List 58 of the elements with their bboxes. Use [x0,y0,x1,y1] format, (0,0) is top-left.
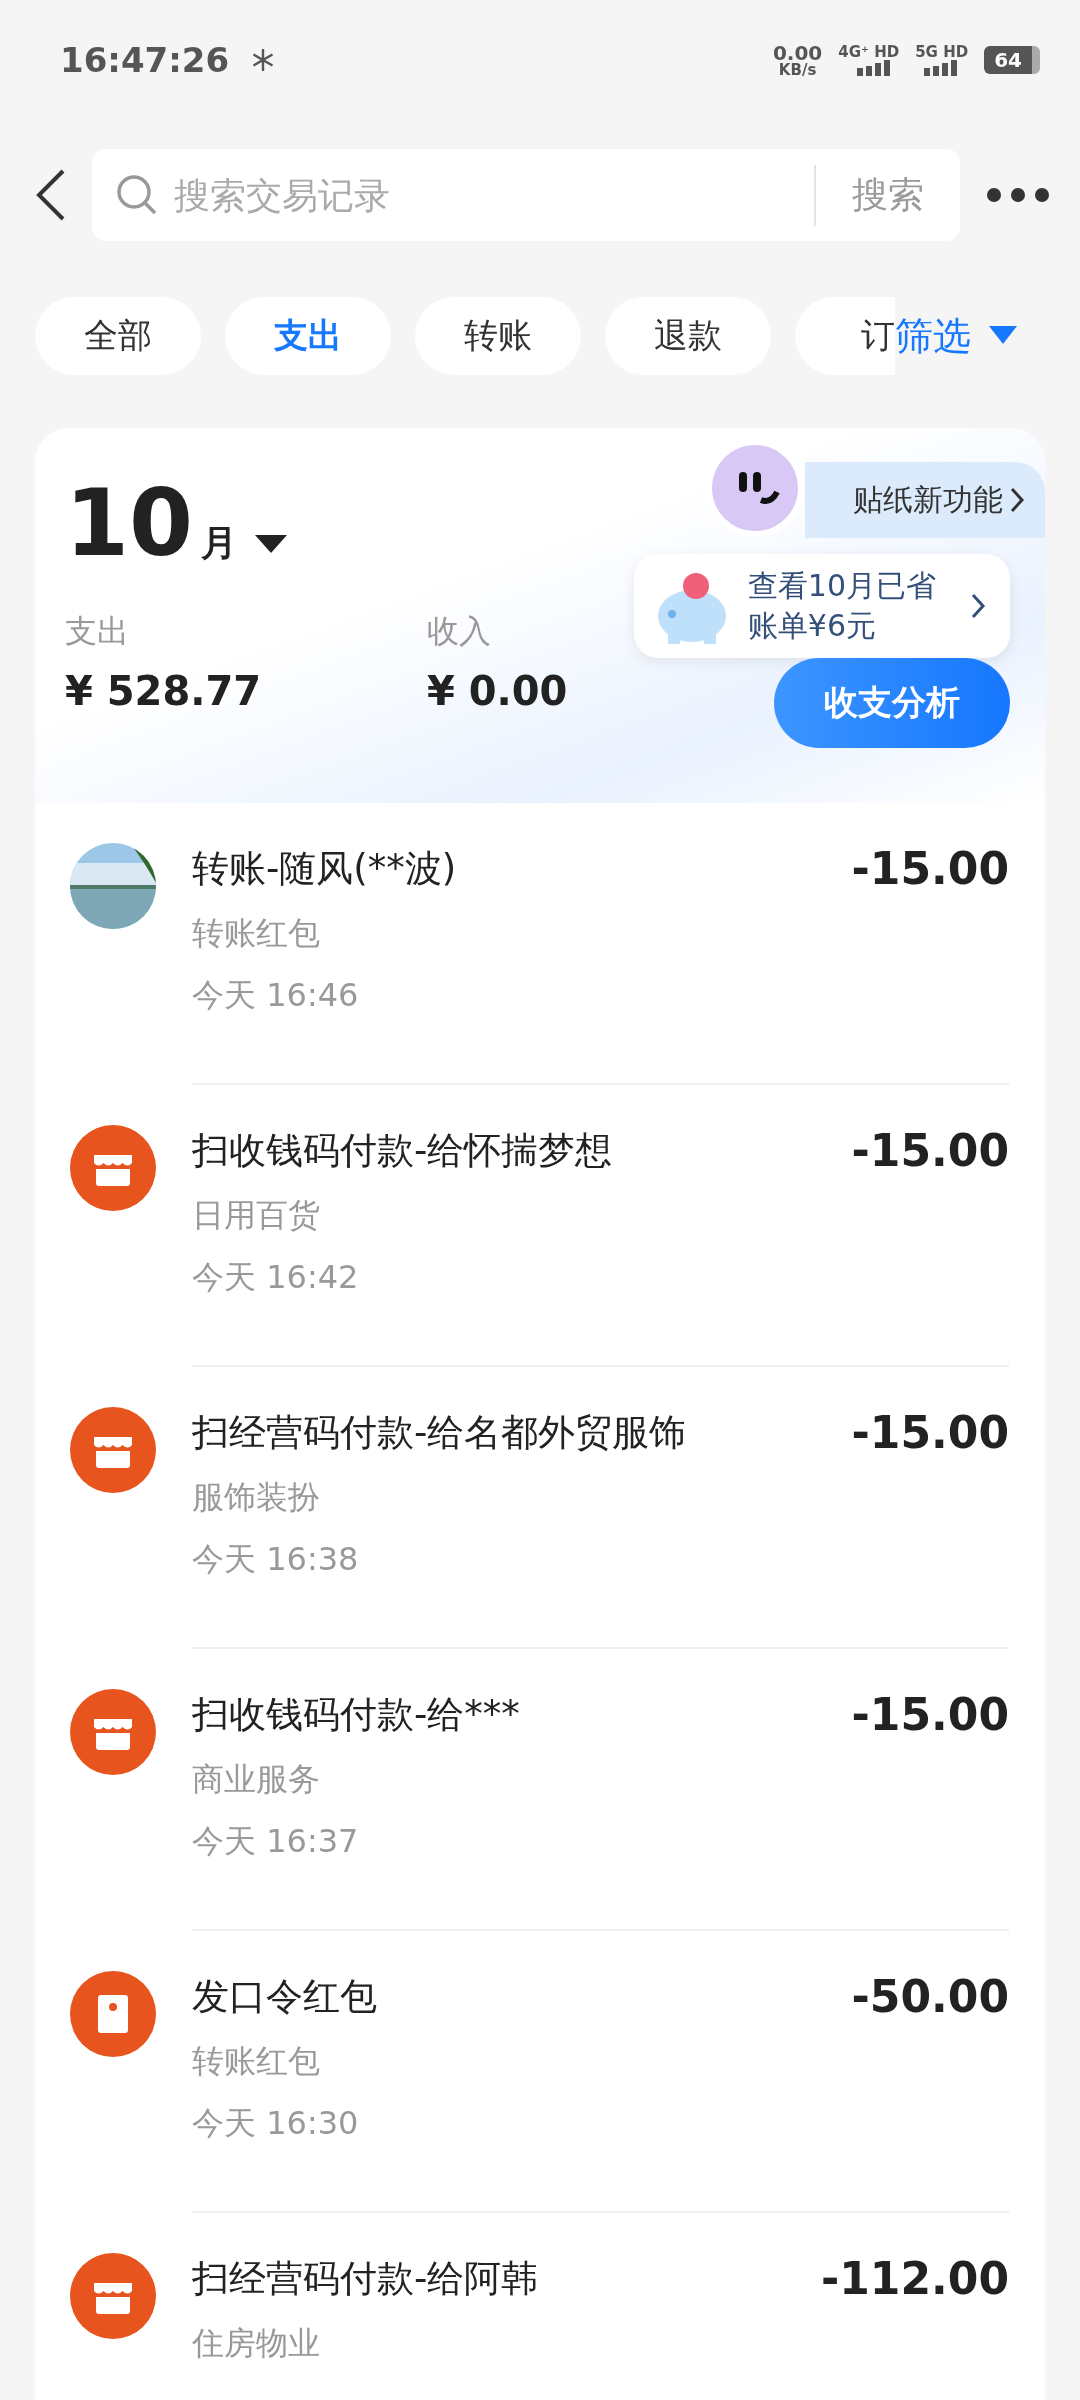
network-type: 4G⁺ HD [838,44,900,60]
envelope-icon [70,1971,156,2057]
chevron-icon [970,592,986,620]
back-icon[interactable] [36,169,66,221]
dropdown-icon[interactable] [255,533,288,555]
income-amount: ¥ 0.00 [427,668,568,714]
shop-icon [70,1125,156,1211]
filter-tab[interactable]: 支出 [225,297,391,375]
expense-label: 支出 [65,611,130,652]
tip-text: 账单¥6元 [747,607,877,645]
transaction-amount: -50.00 [851,1971,1009,2022]
filter-tab[interactable]: 全部 [35,297,201,375]
analysis-button[interactable]: 收支分析 [774,658,1010,748]
transaction-category: 服饰装扮 [192,1477,321,1518]
transaction-title[interactable]: 扫经营码付款-给阿韩 [192,2253,539,2304]
transaction-time: 今天 16:30 [192,2103,360,2144]
filter-tab[interactable]: 订 [795,297,895,375]
transaction-title[interactable]: 转账-随风(**波) [192,843,457,894]
shop-icon [70,1689,156,1775]
month-unit[interactable]: 月 [201,519,238,568]
transaction-title[interactable]: 扫收钱码付款-给*** [192,1689,520,1740]
transaction-time: 今天 16:42 [192,1257,360,1298]
transaction-time: 今天 16:37 [192,1821,360,1862]
shop-icon [70,1407,156,1493]
transaction-time: 今天 16:46 [192,975,360,1016]
transaction-amount: -112.00 [820,2253,1009,2304]
transaction-category: 日用百货 [192,1195,321,1236]
status-time: 16:47:26 [60,40,230,80]
transaction-amount: -15.00 [851,1689,1009,1740]
sticker-banner[interactable]: 贴纸新功能 [805,462,1045,538]
transaction-title[interactable]: 扫收钱码付款-给怀揣梦想 [192,1125,613,1176]
transaction-title[interactable]: 扫经营码付款-给名都外贸服饰 [192,1407,687,1458]
filter-tab[interactable]: 退款 [605,297,771,375]
savings-tip[interactable]: 查看10月已省 账单¥6元 [633,554,1010,658]
tip-text: 查看10月已省 [747,566,936,605]
shop-icon [70,2253,156,2339]
transaction-amount: -15.00 [851,1407,1009,1458]
filter-tab[interactable]: 转账 [415,297,581,375]
transaction-amount: -15.00 [851,1125,1009,1176]
more-icon[interactable] [986,187,1050,203]
network-speed: 0.00 [772,42,823,63]
battery-level: 64 [984,46,1040,74]
transaction-category: 商业服务 [192,1759,321,1800]
expense-amount: ¥ 528.77 [65,668,263,714]
network-type: 5G HD [915,44,969,60]
speed-unit: KB/s [778,62,817,78]
transaction-category: 转账红包 [192,913,321,954]
income-label: 收入 [427,611,492,652]
chevron-icon [1009,486,1025,514]
transaction-category: 转账红包 [192,2041,321,2082]
search-icon [116,174,158,216]
transaction-category: 住房物业 [192,2323,321,2364]
transaction-time: 今天 16:38 [192,1539,360,1580]
transaction-amount: -15.00 [851,843,1009,894]
transaction-title[interactable]: 发口令红包 [192,1971,377,2022]
snowflake-icon [251,48,276,72]
month-number[interactable]: 10 [65,478,194,570]
dropdown-icon [989,326,1017,346]
